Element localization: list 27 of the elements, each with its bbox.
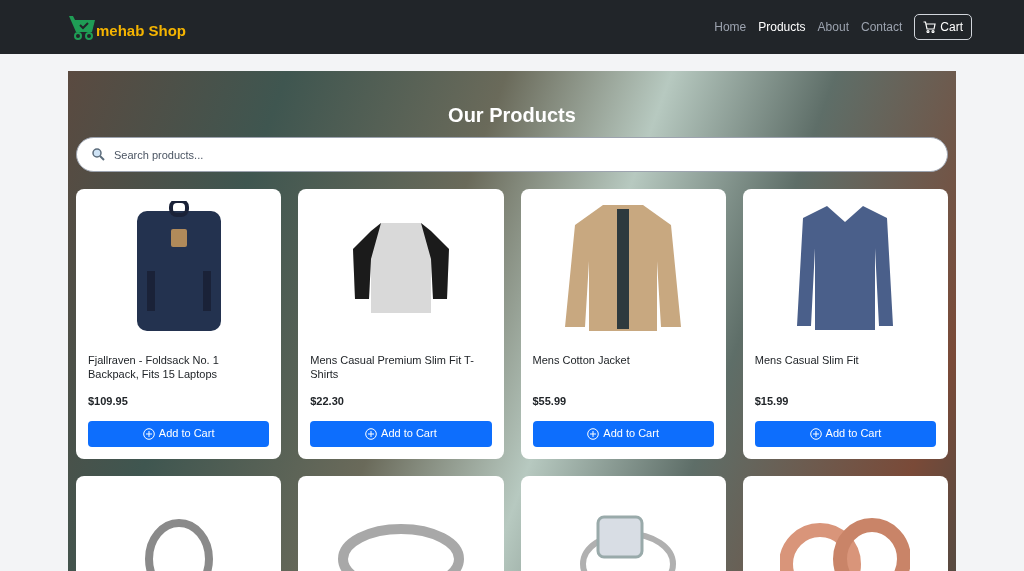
cart-icon [923,21,937,33]
search-icon [92,148,105,161]
plus-circle-icon [809,427,822,440]
add-to-cart-button[interactable]: Add to Cart [310,420,492,447]
product-price: $109.95 [88,394,129,409]
nav-link[interactable]: Products [758,18,806,36]
add-to-cart-button[interactable]: Add to Cart [532,420,714,447]
search-field[interactable]: Search products... [76,137,948,172]
nav-link[interactable]: Contact [860,18,903,36]
cart-button[interactable]: Cart [914,14,972,40]
brand-name[interactable]: mehab Shop [96,23,186,38]
product-price: $22.30 [310,394,345,409]
plus-circle-icon [587,427,600,440]
add-to-cart-button[interactable]: Add to Cart [754,420,936,447]
nav-link[interactable]: About [817,18,849,36]
cart-logo-icon [68,14,96,40]
product-title: Mens Casual Slim Fit [754,353,860,368]
plus-circle-icon [365,427,378,440]
product-title: Fjallraven - Foldsack No. 1 Backpack, Fits 15 Laptops [88,353,220,382]
add-to-cart-button[interactable]: Add to Cart [88,420,270,447]
page-heading: Our Products [447,105,577,125]
product-price: $15.99 [754,394,790,409]
nav-link[interactable]: Home [714,18,747,36]
plus-circle-icon [142,427,155,440]
product-title: Mens Casual Premium Slim Fit T-Shirts [310,353,475,382]
product-title: Mens Cotton Jacket [532,353,631,368]
product-price: $55.99 [532,394,568,409]
